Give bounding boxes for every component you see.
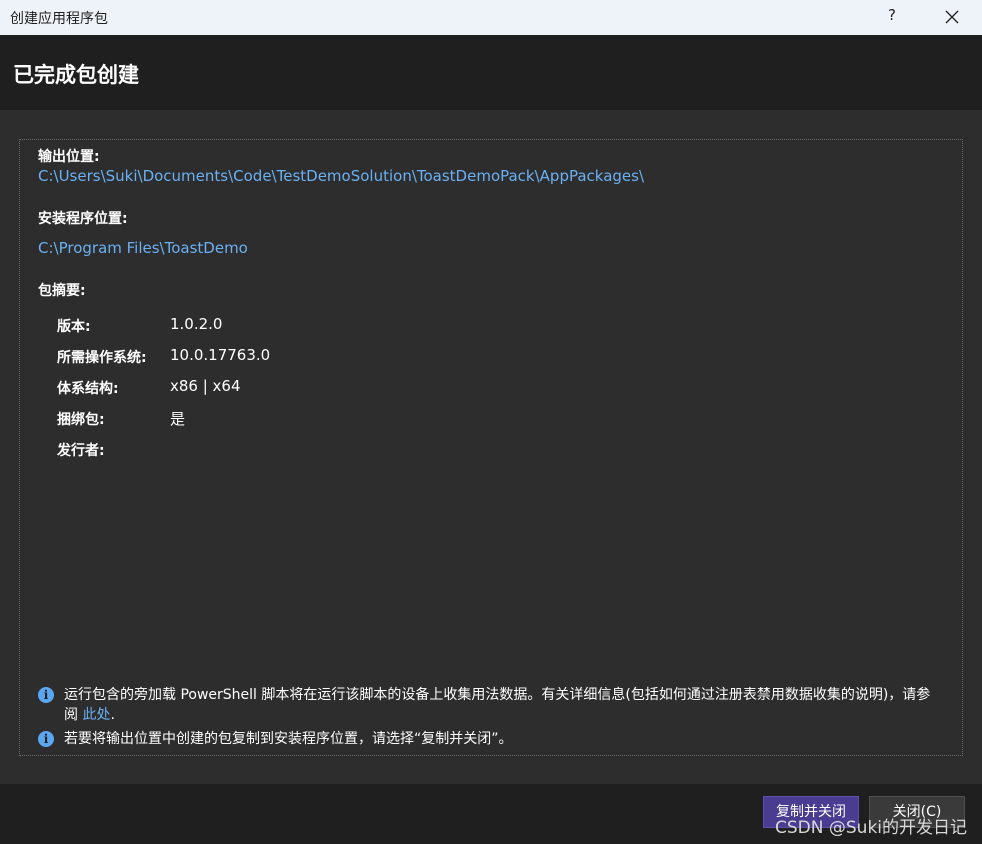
architecture-value: x86 | x64 (170, 377, 241, 395)
title-bar: 创建应用程序包 ? (0, 0, 982, 35)
copy-notice: i 若要将输出位置中创建的包复制到安装程序位置，请选择“复制并关闭”。 (38, 729, 938, 749)
close-window-button[interactable] (940, 2, 964, 30)
dialog-header: 已完成包创建 (0, 35, 982, 110)
version-label: 版本: (57, 319, 91, 335)
window-title: 创建应用程序包 (10, 11, 108, 27)
page-title: 已完成包创建 (13, 63, 139, 87)
close-icon (945, 10, 959, 24)
required-os-value: 10.0.17763.0 (170, 346, 271, 364)
publisher-label: 发行者: (57, 443, 105, 459)
telemetry-end: . (110, 707, 115, 723)
required-os-label: 所需操作系统: (57, 350, 147, 366)
help-button[interactable]: ? (888, 6, 896, 24)
summary-panel: 输出位置: C:\Users\Suki\Documents\Code\TestD… (19, 139, 963, 756)
output-location-label: 输出位置: (38, 149, 100, 165)
watermark-text: CSDN @Suki的开发日记 (775, 818, 968, 838)
version-value: 1.0.2.0 (170, 315, 223, 333)
telemetry-text: 运行包含的旁加载 PowerShell 脚本将在运行该脚本的设备上收集用法数据。… (64, 687, 931, 723)
install-location-label: 安装程序位置: (38, 211, 128, 227)
install-location-link[interactable]: C:\Program Files\ToastDemo (38, 239, 248, 257)
architecture-label: 体系结构: (57, 381, 119, 397)
telemetry-notice-text: 运行包含的旁加载 PowerShell 脚本将在运行该脚本的设备上收集用法数据。… (64, 685, 934, 725)
info-icon: i (38, 687, 54, 703)
info-icon: i (38, 731, 54, 747)
telemetry-notice: i 运行包含的旁加载 PowerShell 脚本将在运行该脚本的设备上收集用法数… (38, 685, 938, 725)
output-location-link[interactable]: C:\Users\Suki\Documents\Code\TestDemoSol… (38, 167, 644, 185)
telemetry-link[interactable]: 此处 (82, 707, 110, 723)
package-summary-label: 包摘要: (38, 283, 86, 299)
bundle-value: 是 (170, 410, 186, 428)
dialog-content: 输出位置: C:\Users\Suki\Documents\Code\TestD… (0, 110, 982, 784)
copy-notice-text: 若要将输出位置中创建的包复制到安装程序位置，请选择“复制并关闭”。 (64, 731, 513, 747)
bundle-label: 捆绑包: (57, 412, 105, 428)
